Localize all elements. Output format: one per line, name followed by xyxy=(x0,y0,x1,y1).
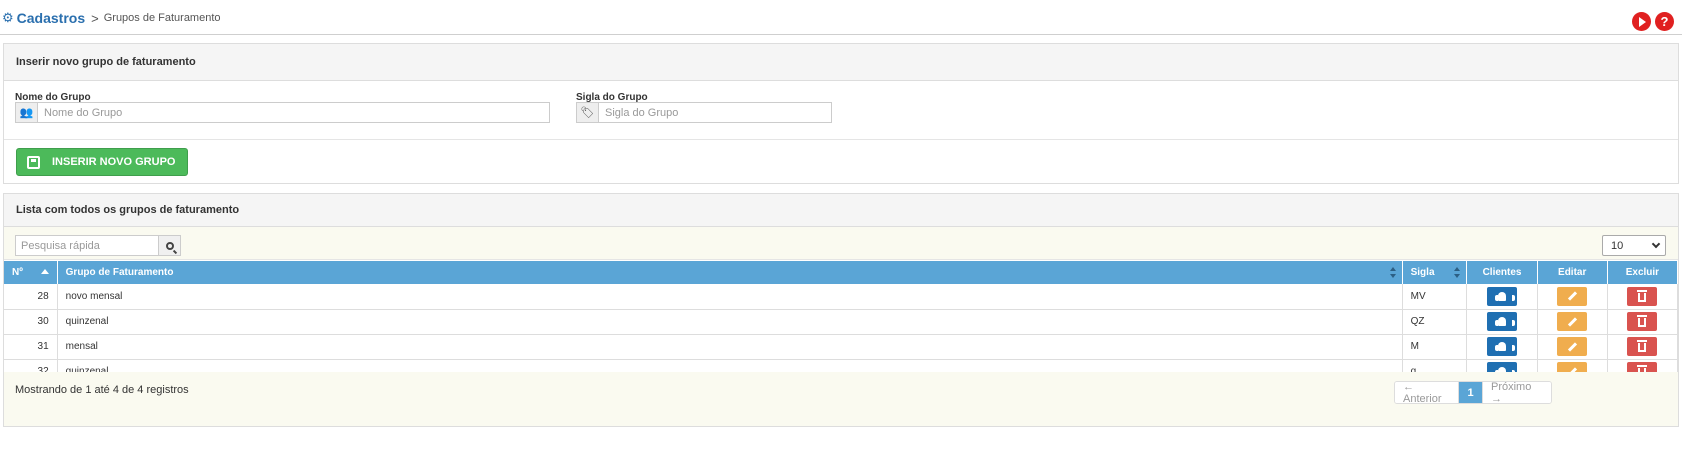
search-button[interactable] xyxy=(159,236,180,255)
group-list-panel: Lista com todos os grupos de faturamento… xyxy=(3,193,1679,427)
tag-icon: 🏷 xyxy=(577,103,599,122)
column-header-clients: Clientes xyxy=(1466,261,1538,284)
pagination-previous[interactable]: ← Anterior xyxy=(1395,382,1459,403)
row-delete-cell xyxy=(1607,334,1679,360)
breadcrumb: ⚙ Cadastros > Grupos de Faturamento xyxy=(2,10,221,26)
insert-group-button-label: INSERIR NOVO GRUPO xyxy=(52,156,176,168)
sort-asc-icon xyxy=(40,269,49,274)
edit-button[interactable] xyxy=(1557,337,1588,356)
pencil-icon xyxy=(1567,316,1577,327)
users-icon xyxy=(1495,291,1516,301)
edit-button[interactable] xyxy=(1557,312,1588,331)
sort-icon xyxy=(1389,267,1396,278)
column-header-acronym-label: Sigla xyxy=(1410,267,1435,278)
question-icon: ? xyxy=(1660,14,1669,29)
trash-icon xyxy=(1637,315,1648,327)
row-group: quinzenal xyxy=(57,309,1403,335)
row-num: 30 xyxy=(4,309,58,335)
list-footer: Mostrando de 1 até 4 de 4 registros ← An… xyxy=(4,372,1678,426)
cogs-icon: ⚙ xyxy=(2,10,14,25)
help-button[interactable]: ? xyxy=(1655,12,1674,31)
users-icon: 👥 xyxy=(16,103,38,122)
header-divider xyxy=(0,34,1682,35)
edit-button[interactable] xyxy=(1557,286,1588,306)
breadcrumb-root[interactable]: Cadastros xyxy=(17,10,85,26)
row-num: 31 xyxy=(4,334,58,360)
insert-group-panel: Inserir novo grupo de faturamento Nome d… xyxy=(3,43,1679,184)
row-acronym: QZ xyxy=(1402,309,1468,335)
list-toolbar: 10 xyxy=(4,227,1678,260)
delete-button[interactable] xyxy=(1627,312,1658,331)
users-icon xyxy=(1495,317,1516,326)
sort-icon xyxy=(1454,267,1461,278)
floppy-icon xyxy=(27,155,40,169)
row-clients-cell xyxy=(1466,309,1538,335)
table-row: 31 mensal M xyxy=(4,334,1679,360)
quick-search-input[interactable] xyxy=(16,236,159,255)
page: ⚙ Cadastros > Grupos de Faturamento ? In… xyxy=(0,0,1682,459)
insert-group-button[interactable]: INSERIR NOVO GRUPO xyxy=(16,148,188,176)
list-panel-title: Lista com todos os grupos de faturamento xyxy=(4,194,1678,227)
insert-panel-divider xyxy=(4,139,1678,140)
clients-button[interactable] xyxy=(1487,286,1518,306)
column-header-acronym[interactable]: Sigla xyxy=(1402,261,1468,284)
page-size-value: 10 xyxy=(1611,239,1624,252)
chevron-down-icon xyxy=(1651,239,1661,249)
breadcrumb-separator: > xyxy=(91,10,99,26)
column-header-delete: Excluir xyxy=(1607,261,1679,284)
row-group: mensal xyxy=(57,334,1403,360)
group-name-input[interactable] xyxy=(38,103,549,122)
row-clients-cell xyxy=(1466,284,1538,310)
clients-button[interactable] xyxy=(1487,312,1518,331)
row-acronym: M xyxy=(1402,334,1468,360)
column-header-num[interactable]: Nº xyxy=(4,261,58,284)
play-button[interactable] xyxy=(1632,12,1651,31)
group-name-input-group: 👥 xyxy=(15,102,550,123)
pagination: ← Anterior 1 Próximo → xyxy=(1394,381,1552,404)
page-header: ⚙ Cadastros > Grupos de Faturamento ? xyxy=(0,0,1682,36)
group-acronym-input[interactable] xyxy=(599,103,831,122)
clients-button[interactable] xyxy=(1487,337,1518,356)
delete-button[interactable] xyxy=(1627,337,1658,356)
row-acronym: MV xyxy=(1402,284,1468,310)
row-delete-cell xyxy=(1607,309,1679,335)
quick-search xyxy=(15,235,181,256)
row-edit-cell xyxy=(1537,284,1608,310)
table-row: 30 quinzenal QZ xyxy=(4,309,1679,335)
search-icon xyxy=(165,241,174,250)
page-size-select[interactable]: 10 xyxy=(1602,235,1666,256)
insert-panel-title: Inserir novo grupo de faturamento xyxy=(4,44,1678,81)
pagination-page-1[interactable]: 1 xyxy=(1459,382,1482,403)
row-edit-cell xyxy=(1537,309,1608,335)
groups-table: Nº Grupo de Faturamento Sigla Clientes E… xyxy=(4,261,1679,385)
trash-icon xyxy=(1637,289,1648,302)
delete-button[interactable] xyxy=(1627,286,1658,306)
pencil-icon xyxy=(1567,291,1577,301)
column-header-num-label: Nº xyxy=(12,267,23,278)
row-num: 28 xyxy=(4,284,58,310)
users-icon xyxy=(1495,342,1516,351)
pagination-next[interactable]: Próximo → xyxy=(1482,382,1551,403)
trash-icon xyxy=(1637,340,1648,352)
column-header-group-label: Grupo de Faturamento xyxy=(65,267,174,278)
column-header-edit: Editar xyxy=(1537,261,1608,284)
breadcrumb-current: Grupos de Faturamento xyxy=(103,12,221,24)
pencil-icon xyxy=(1567,341,1577,352)
row-edit-cell xyxy=(1537,334,1608,360)
row-clients-cell xyxy=(1466,334,1538,360)
column-header-group[interactable]: Grupo de Faturamento xyxy=(57,261,1403,284)
table-row: 28 novo mensal MV xyxy=(4,284,1679,310)
table-header-row: Nº Grupo de Faturamento Sigla Clientes E… xyxy=(4,261,1679,284)
records-info: Mostrando de 1 até 4 de 4 registros xyxy=(15,384,189,396)
play-icon xyxy=(1639,16,1646,27)
group-acronym-input-group: 🏷 xyxy=(576,102,832,123)
row-group: novo mensal xyxy=(57,284,1403,310)
row-delete-cell xyxy=(1607,284,1679,310)
